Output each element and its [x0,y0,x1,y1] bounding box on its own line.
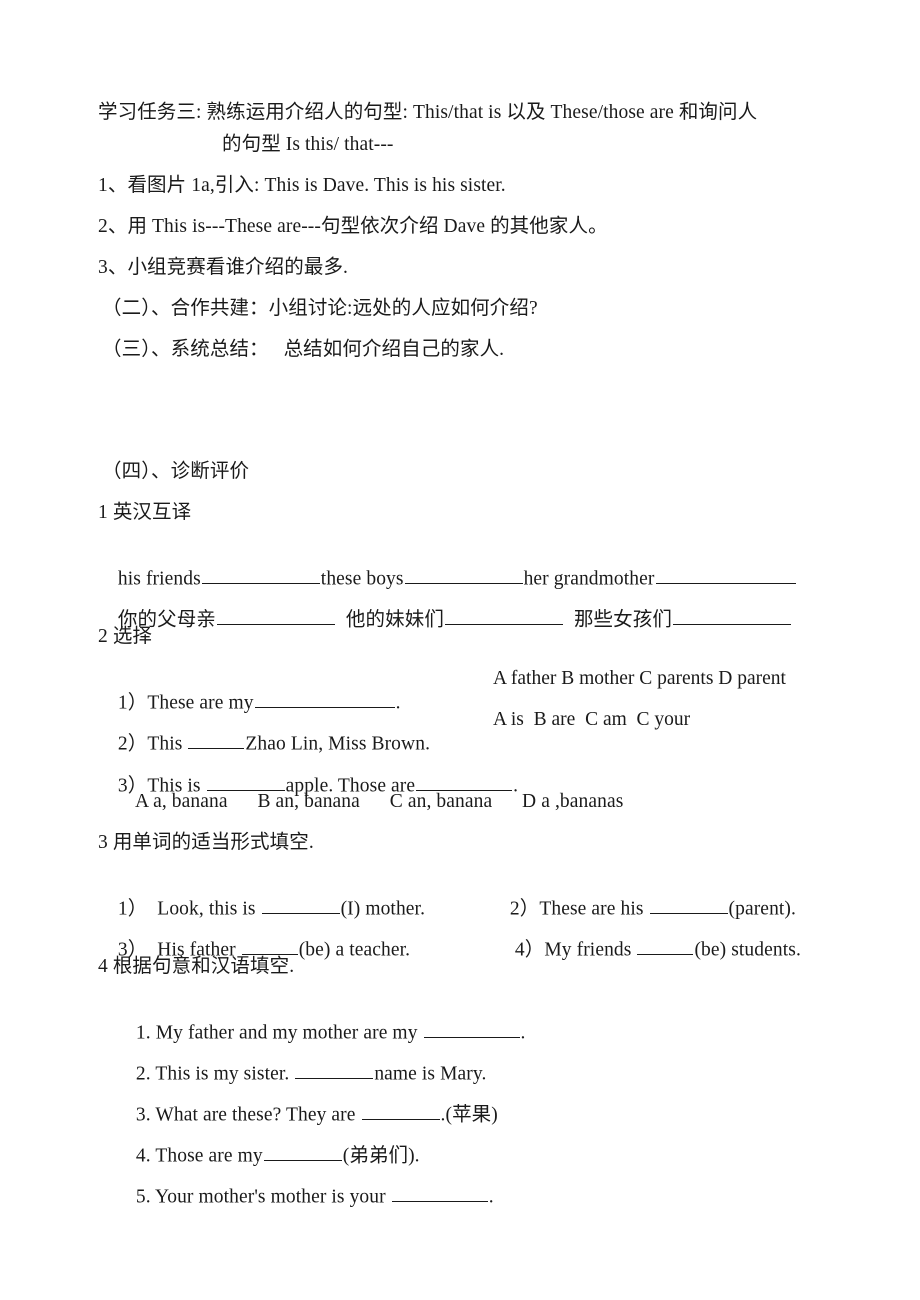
question-text-end: . [488,1186,494,1208]
exercise-3-heading: 3 用单词的适当形式填空. [98,832,314,853]
answer-blank[interactable] [404,565,523,585]
step-item-3: 3、小组竞赛看谁介绍的最多. [98,257,349,278]
answer-blank[interactable] [423,1019,520,1039]
exercise-4-heading: 4 根据句意和汉语填空. [98,956,295,977]
exercise-3-question-4: 4）My friends (be) students. [495,916,801,979]
exercise-2-options-1[interactable]: A father B mother C parents D parent [493,669,786,689]
ex1-term-his-sisters: 他的妹妹们 [345,609,444,631]
question-text: 5. Your mother's mother is your [135,1186,391,1208]
question-text: This [147,733,188,755]
section-cooperative-construction: （二）、合作共建：小组讨论:远处的人应如何介绍? [102,298,538,319]
answer-blank[interactable] [201,565,320,585]
question-text-end: (be) a teacher. [298,939,411,961]
page-title-line-2: 的句型 Is this/ that--- [222,134,394,155]
question-number: 2） [117,733,148,755]
exercise-4-question-5: 5. Your mother's mother is your . [116,1163,494,1226]
page-title-line-1: 学习任务三: 熟练运用介绍人的句型: This/that is 以及 These… [98,102,758,123]
answer-blank[interactable] [254,689,395,709]
step-item-1: 1、看图片 1a,引入: This is Dave. This is his s… [98,175,506,196]
exercise-2-options-2[interactable]: A is B are C am C your [493,710,690,730]
answer-blank[interactable] [206,772,285,792]
answer-blank[interactable] [637,936,694,956]
question-number: 4） [514,939,545,961]
step-item-2: 2、用 This is---These are---句型依次介绍 Dave 的其… [98,216,608,237]
answer-blank[interactable] [655,565,796,585]
ex1-term-those-girls: 那些女孩们 [573,609,672,631]
section-diagnostic-evaluation: （四）、诊断评价 [102,461,250,482]
question-text: My friends [544,939,637,961]
exercise-1-row-2: 你的父母亲 他的妹妹们 那些女孩们 [98,586,792,649]
exercise-1-heading: 1 英汉互译 [98,502,192,523]
answer-blank[interactable] [263,1142,342,1162]
section-system-summary: （三）、系统总结： 总结如何介绍自己的家人. [102,339,505,360]
question-text-end: Zhao Lin, Miss Brown. [245,733,431,755]
answer-blank[interactable] [241,936,298,956]
answer-blank[interactable] [444,606,563,626]
question-text-end: (be) students. [694,939,801,961]
exercise-2-heading: 2 选择 [98,626,153,647]
exercise-2-options-3[interactable]: A a, banana B an, banana C an, banana D … [135,792,623,812]
worksheet-page: 学习任务三: 熟练运用介绍人的句型: This/that is 以及 These… [0,0,920,1300]
answer-blank[interactable] [361,1101,440,1121]
answer-blank[interactable] [672,606,791,626]
answer-blank[interactable] [216,606,335,626]
question-text-end: .(苹果) [440,1104,498,1126]
answer-blank[interactable] [261,895,340,915]
question-text-end: . [520,1022,526,1044]
answer-blank[interactable] [649,895,728,915]
answer-blank[interactable] [391,1183,488,1203]
answer-blank[interactable] [188,730,245,750]
answer-blank[interactable] [416,772,513,792]
answer-blank[interactable] [295,1060,374,1080]
